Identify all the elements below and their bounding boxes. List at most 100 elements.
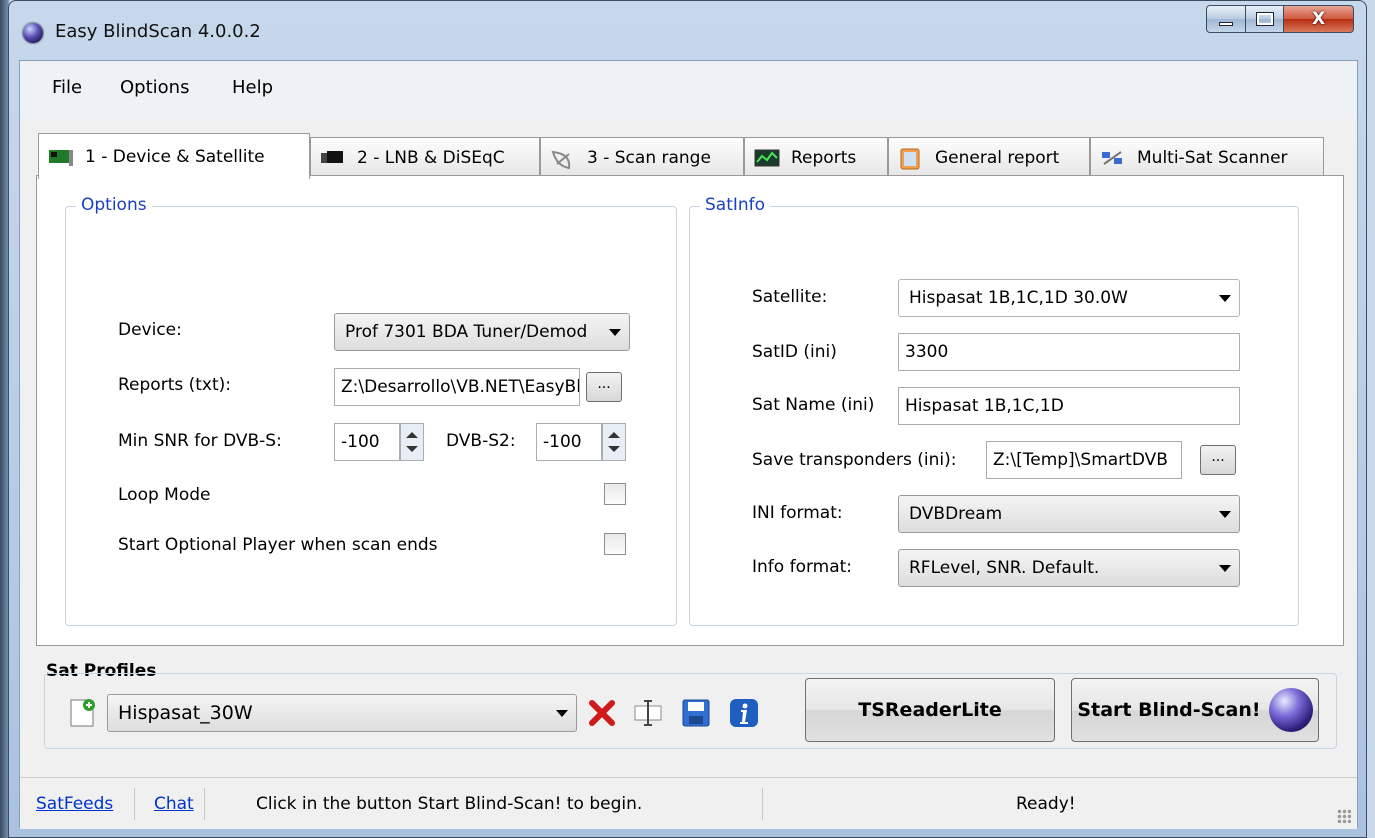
chevron-down-icon (1219, 295, 1231, 302)
save-transponders-label: Save transponders (ini): (752, 450, 957, 470)
dvbs2-label: DVB-S2: (446, 431, 516, 451)
info-icon (730, 699, 758, 727)
tab-label: 1 - Device & Satellite (85, 146, 265, 167)
satinfo-group: SatInfo Satellite: Hispasat 1B,1C,1D 30.… (689, 195, 1299, 626)
rename-icon (634, 700, 662, 726)
window-controls: X (1206, 5, 1354, 33)
menu-bar: File Options Help (20, 61, 1357, 119)
satellite-label: Satellite: (752, 287, 828, 307)
lnb-icon (319, 148, 347, 168)
delete-x-icon (589, 700, 615, 726)
status-separator (762, 788, 763, 820)
loop-mode-label: Loop Mode (118, 485, 211, 505)
min-snr-dvbs2-spinner[interactable] (602, 423, 626, 461)
delete-profile-button[interactable] (585, 696, 619, 730)
device-label: Device: (118, 320, 182, 340)
resize-grip-icon[interactable] (1337, 809, 1351, 823)
menu-options[interactable]: Options (120, 77, 189, 98)
app-window: Easy BlindScan 4.0.0.2 X File Options He… (8, 0, 1367, 838)
tab-label: Reports (791, 147, 857, 168)
satellite-select[interactable]: Hispasat 1B,1C,1D 30.0W (898, 279, 1240, 317)
start-blind-scan-button[interactable]: Start Blind-Scan! (1071, 678, 1319, 742)
reports-label: Reports (txt): (118, 375, 231, 395)
tab-scan-range[interactable]: 3 - Scan range (540, 137, 744, 177)
tab-lnb-diseqc[interactable]: 2 - LNB & DiSEqC (310, 137, 540, 177)
options-group: Options Device: Prof 7301 BDA Tuner/Demo… (65, 195, 677, 626)
tab-label: 2 - LNB & DiSEqC (357, 147, 505, 168)
new-profile-button[interactable] (65, 696, 99, 730)
ini-format-select-value: DVBDream (909, 504, 1003, 524)
chat-link[interactable]: Chat (154, 794, 194, 814)
start-blind-scan-label: Start Blind-Scan! (1077, 699, 1261, 721)
save-transponders-input[interactable]: Z:\[Temp]\SmartDVB (986, 441, 1182, 479)
pci-card-icon (47, 147, 75, 167)
menu-help[interactable]: Help (232, 77, 273, 98)
new-document-icon (70, 699, 95, 727)
save-transponders-browse-button[interactable]: ... (1200, 445, 1236, 475)
tab-label: 3 - Scan range (587, 147, 711, 168)
tab-page-device-satellite: Options Device: Prof 7301 BDA Tuner/Demo… (36, 175, 1344, 646)
title-bar[interactable]: Easy BlindScan 4.0.0.2 X (9, 1, 1366, 59)
close-button[interactable]: X (1284, 5, 1354, 33)
status-separator (134, 788, 135, 820)
satinfo-group-title: SatInfo (700, 195, 771, 215)
satid-input[interactable]: 3300 (898, 333, 1240, 371)
maximize-button[interactable] (1246, 5, 1284, 33)
satfeeds-link[interactable]: SatFeeds (36, 794, 113, 814)
minimize-button[interactable] (1206, 5, 1246, 33)
chevron-down-icon (609, 329, 621, 336)
tab-general-report[interactable]: General report (888, 137, 1090, 177)
tab-device-satellite[interactable]: 1 - Device & Satellite (38, 133, 310, 179)
info-button[interactable] (727, 696, 761, 730)
rename-profile-button[interactable] (631, 696, 665, 730)
close-icon: X (1311, 9, 1326, 29)
spin-up-icon (608, 432, 620, 438)
satellite-dish-icon (549, 148, 577, 169)
satname-input[interactable]: Hispasat 1B,1C,1D (898, 387, 1240, 425)
info-format-select-value: RFLevel, SNR. Default. (909, 558, 1100, 578)
tab-label: General report (935, 147, 1060, 168)
tab-multi-sat-scanner[interactable]: Multi-Sat Scanner (1090, 137, 1324, 177)
spin-up-icon (406, 432, 418, 438)
chevron-down-icon (1219, 511, 1231, 518)
menu-file[interactable]: File (52, 77, 82, 98)
app-globe-icon (23, 23, 43, 43)
status-state: Ready! (1016, 794, 1076, 814)
min-snr-dvbs2-input[interactable]: -100 (536, 423, 602, 461)
tab-reports[interactable]: Reports (744, 137, 888, 177)
ini-format-label: INI format: (752, 503, 843, 523)
minimize-icon (1219, 22, 1233, 26)
min-snr-dvbs-input[interactable]: -100 (334, 423, 400, 461)
reports-browse-button[interactable]: ... (586, 372, 622, 402)
reports-path-input[interactable]: Z:\Desarrollo\VB.NET\EasyBlindScan (334, 368, 580, 406)
chart-monitor-icon (753, 148, 781, 168)
device-select-value: Prof 7301 BDA Tuner/Demod (345, 322, 588, 342)
floppy-disk-icon (682, 699, 710, 727)
sat-profile-select[interactable]: Hispasat_30W (107, 694, 577, 732)
min-snr-label: Min SNR for DVB-S: (118, 431, 282, 451)
status-bar: SatFeeds Chat Click in the button Start … (20, 777, 1357, 829)
ini-format-select[interactable]: DVBDream (898, 495, 1240, 533)
device-select[interactable]: Prof 7301 BDA Tuner/Demod (334, 313, 630, 351)
start-player-checkbox[interactable] (604, 533, 626, 555)
chevron-down-icon (556, 710, 568, 717)
sat-profiles-group: Hispasat_30W TSReaderLite Start Blind-Sc… (44, 673, 1337, 749)
loop-mode-checkbox[interactable] (604, 483, 626, 505)
min-snr-dvbs-spinner[interactable] (400, 423, 424, 461)
window-title: Easy BlindScan 4.0.0.2 (55, 21, 261, 42)
info-format-select[interactable]: RFLevel, SNR. Default. (898, 549, 1240, 587)
globe-icon (1268, 688, 1313, 732)
save-profile-button[interactable] (679, 696, 713, 730)
info-format-label: Info format: (752, 557, 853, 577)
options-group-title: Options (76, 195, 152, 215)
spin-down-icon (406, 446, 418, 452)
chevron-down-icon (1219, 565, 1231, 572)
satellite-select-value: Hispasat 1B,1C,1D 30.0W (909, 288, 1128, 308)
status-message: Click in the button Start Blind-Scan! to… (256, 794, 643, 814)
start-player-label: Start Optional Player when scan ends (118, 535, 438, 555)
spin-down-icon (608, 446, 620, 452)
document-icon (897, 148, 925, 169)
tab-label: Multi-Sat Scanner (1137, 147, 1288, 168)
tsreaderlite-button[interactable]: TSReaderLite (805, 678, 1055, 742)
satname-label: Sat Name (ini) (752, 395, 875, 415)
